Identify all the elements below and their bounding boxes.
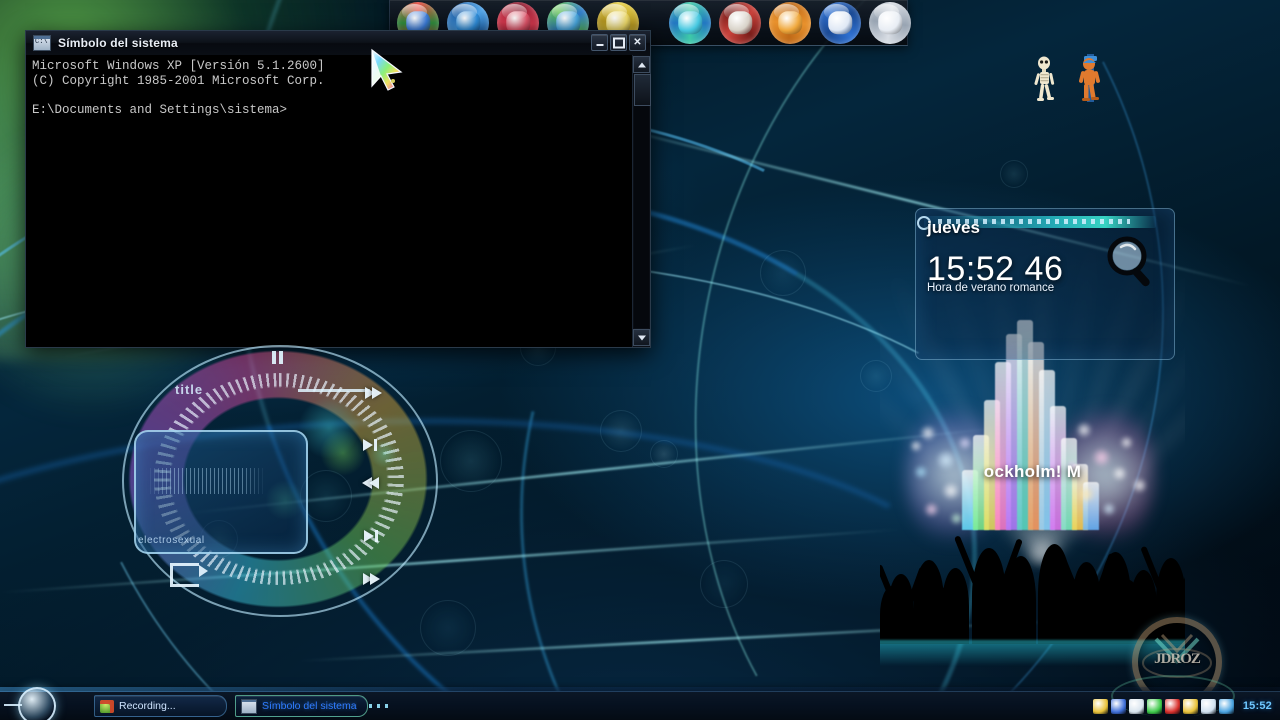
window-title-bar[interactable]: Símbolo del sistema ✕ xyxy=(26,31,650,56)
window-title: Símbolo del sistema xyxy=(58,36,178,50)
taskbar-button[interactable]: Símbolo del sistema xyxy=(235,695,389,717)
visualizer-light-dot xyxy=(910,440,922,452)
tray-icon-list[interactable] xyxy=(1092,698,1234,714)
tray-clock[interactable]: 15:52 xyxy=(1243,700,1272,712)
visualizer-stage-floor xyxy=(880,640,1185,680)
player-skip-button[interactable] xyxy=(363,573,380,585)
taskbar[interactable]: Recording... Símbolo del sistema 15:52 xyxy=(0,675,1280,720)
dock-group-right[interactable] xyxy=(662,1,918,45)
visualizer-crowd-silhouette xyxy=(880,494,1185,644)
clock-day-label: jueves xyxy=(927,218,980,237)
player-track-name: electrosexual xyxy=(138,535,205,546)
taskbar-button-label: Símbolo del sistema xyxy=(262,700,357,712)
cmd-icon xyxy=(241,698,257,714)
image-viewer-icon xyxy=(769,1,811,44)
magnifier-icon[interactable] xyxy=(1102,233,1162,293)
start-orb-icon xyxy=(4,687,56,720)
warning-icon[interactable] xyxy=(1182,698,1198,714)
crowd-figure xyxy=(926,582,948,644)
player-title-label: title xyxy=(175,382,204,397)
windows-explorer-icon xyxy=(819,1,861,44)
recorder-icon xyxy=(100,699,114,713)
nvidia-icon[interactable] xyxy=(1128,698,1144,714)
orange-figure-pet xyxy=(1076,54,1104,102)
dock-icon-leaf-browser[interactable] xyxy=(666,1,714,45)
player-seek-bar[interactable] xyxy=(298,389,370,392)
crowd-figure xyxy=(1056,574,1080,644)
leaf-browser-icon xyxy=(669,1,711,44)
visualizer-marquee-text: ockholm! M xyxy=(983,462,1082,481)
desktop: Símbolo del sistema ✕ Microsoft Windows … xyxy=(0,0,1280,720)
antivirus-icon[interactable] xyxy=(1218,698,1234,714)
scrollbar-track[interactable] xyxy=(634,74,651,328)
play-pause-button[interactable] xyxy=(272,351,283,364)
user-icon[interactable] xyxy=(1110,698,1126,714)
player-waveform xyxy=(146,468,266,494)
taskbar-button[interactable]: Recording... xyxy=(94,695,227,717)
console-output: Microsoft Windows XP [Versión 5.1.2600] … xyxy=(32,59,325,117)
media-player-icon xyxy=(719,1,761,44)
clock-timezone-label: Hora de verano romance xyxy=(927,282,1055,294)
visualizer-light-dot xyxy=(920,425,936,441)
scrollbar-thumb[interactable] xyxy=(634,74,651,106)
ati-icon[interactable] xyxy=(1164,698,1180,714)
network-icon[interactable] xyxy=(1146,698,1162,714)
crowd-figure xyxy=(992,578,1015,644)
dock-icon-media-player[interactable] xyxy=(716,1,764,45)
scroll-down-button[interactable] xyxy=(633,329,650,346)
clock-widget[interactable]: jueves 15:52 46 Hora de verano romance xyxy=(915,208,1175,360)
media-player-widget[interactable]: title electrosexual xyxy=(120,345,440,617)
visualizer-light-dot xyxy=(1076,422,1092,438)
skeleton-pet xyxy=(1033,56,1059,102)
scroll-up-button[interactable] xyxy=(633,56,650,73)
taskbar-button-label: Recording... xyxy=(119,700,176,712)
taskbar-top-glow xyxy=(0,687,1280,692)
crowd-figure xyxy=(1118,580,1140,644)
player-previous-button[interactable] xyxy=(362,477,379,489)
system-tray[interactable]: 15:52 xyxy=(1092,675,1280,717)
dock-icon-image-viewer[interactable] xyxy=(766,1,814,45)
volume-icon[interactable] xyxy=(1200,698,1216,714)
close-button[interactable]: ✕ xyxy=(629,34,646,51)
player-next-button[interactable] xyxy=(365,387,382,399)
player-repeat-button[interactable] xyxy=(170,563,208,587)
maximize-button[interactable] xyxy=(610,34,627,51)
player-rewind-button[interactable] xyxy=(364,530,378,542)
office-suite-icon xyxy=(869,1,911,44)
player-forward-button[interactable] xyxy=(363,439,377,451)
start-button[interactable] xyxy=(0,687,86,720)
crown-icon[interactable] xyxy=(1092,698,1108,714)
dock-icon-office-suite[interactable] xyxy=(866,1,914,45)
window-controls[interactable]: ✕ xyxy=(591,34,646,51)
visualizer-light-dot xyxy=(1120,436,1133,449)
visualizer-light-dot xyxy=(958,436,972,450)
dock-icon-windows-explorer[interactable] xyxy=(816,1,864,45)
minimize-button[interactable] xyxy=(591,34,608,51)
taskbar-button-trail xyxy=(369,704,389,708)
taskbar-buttons[interactable]: Recording... Símbolo del sistema xyxy=(86,695,389,717)
crowd-figure xyxy=(880,586,904,644)
console-body[interactable]: Microsoft Windows XP [Versión 5.1.2600] … xyxy=(26,55,651,347)
command-prompt-window[interactable]: Símbolo del sistema ✕ Microsoft Windows … xyxy=(25,30,651,348)
cmd-icon xyxy=(33,35,51,51)
console-scrollbar[interactable] xyxy=(632,55,651,347)
